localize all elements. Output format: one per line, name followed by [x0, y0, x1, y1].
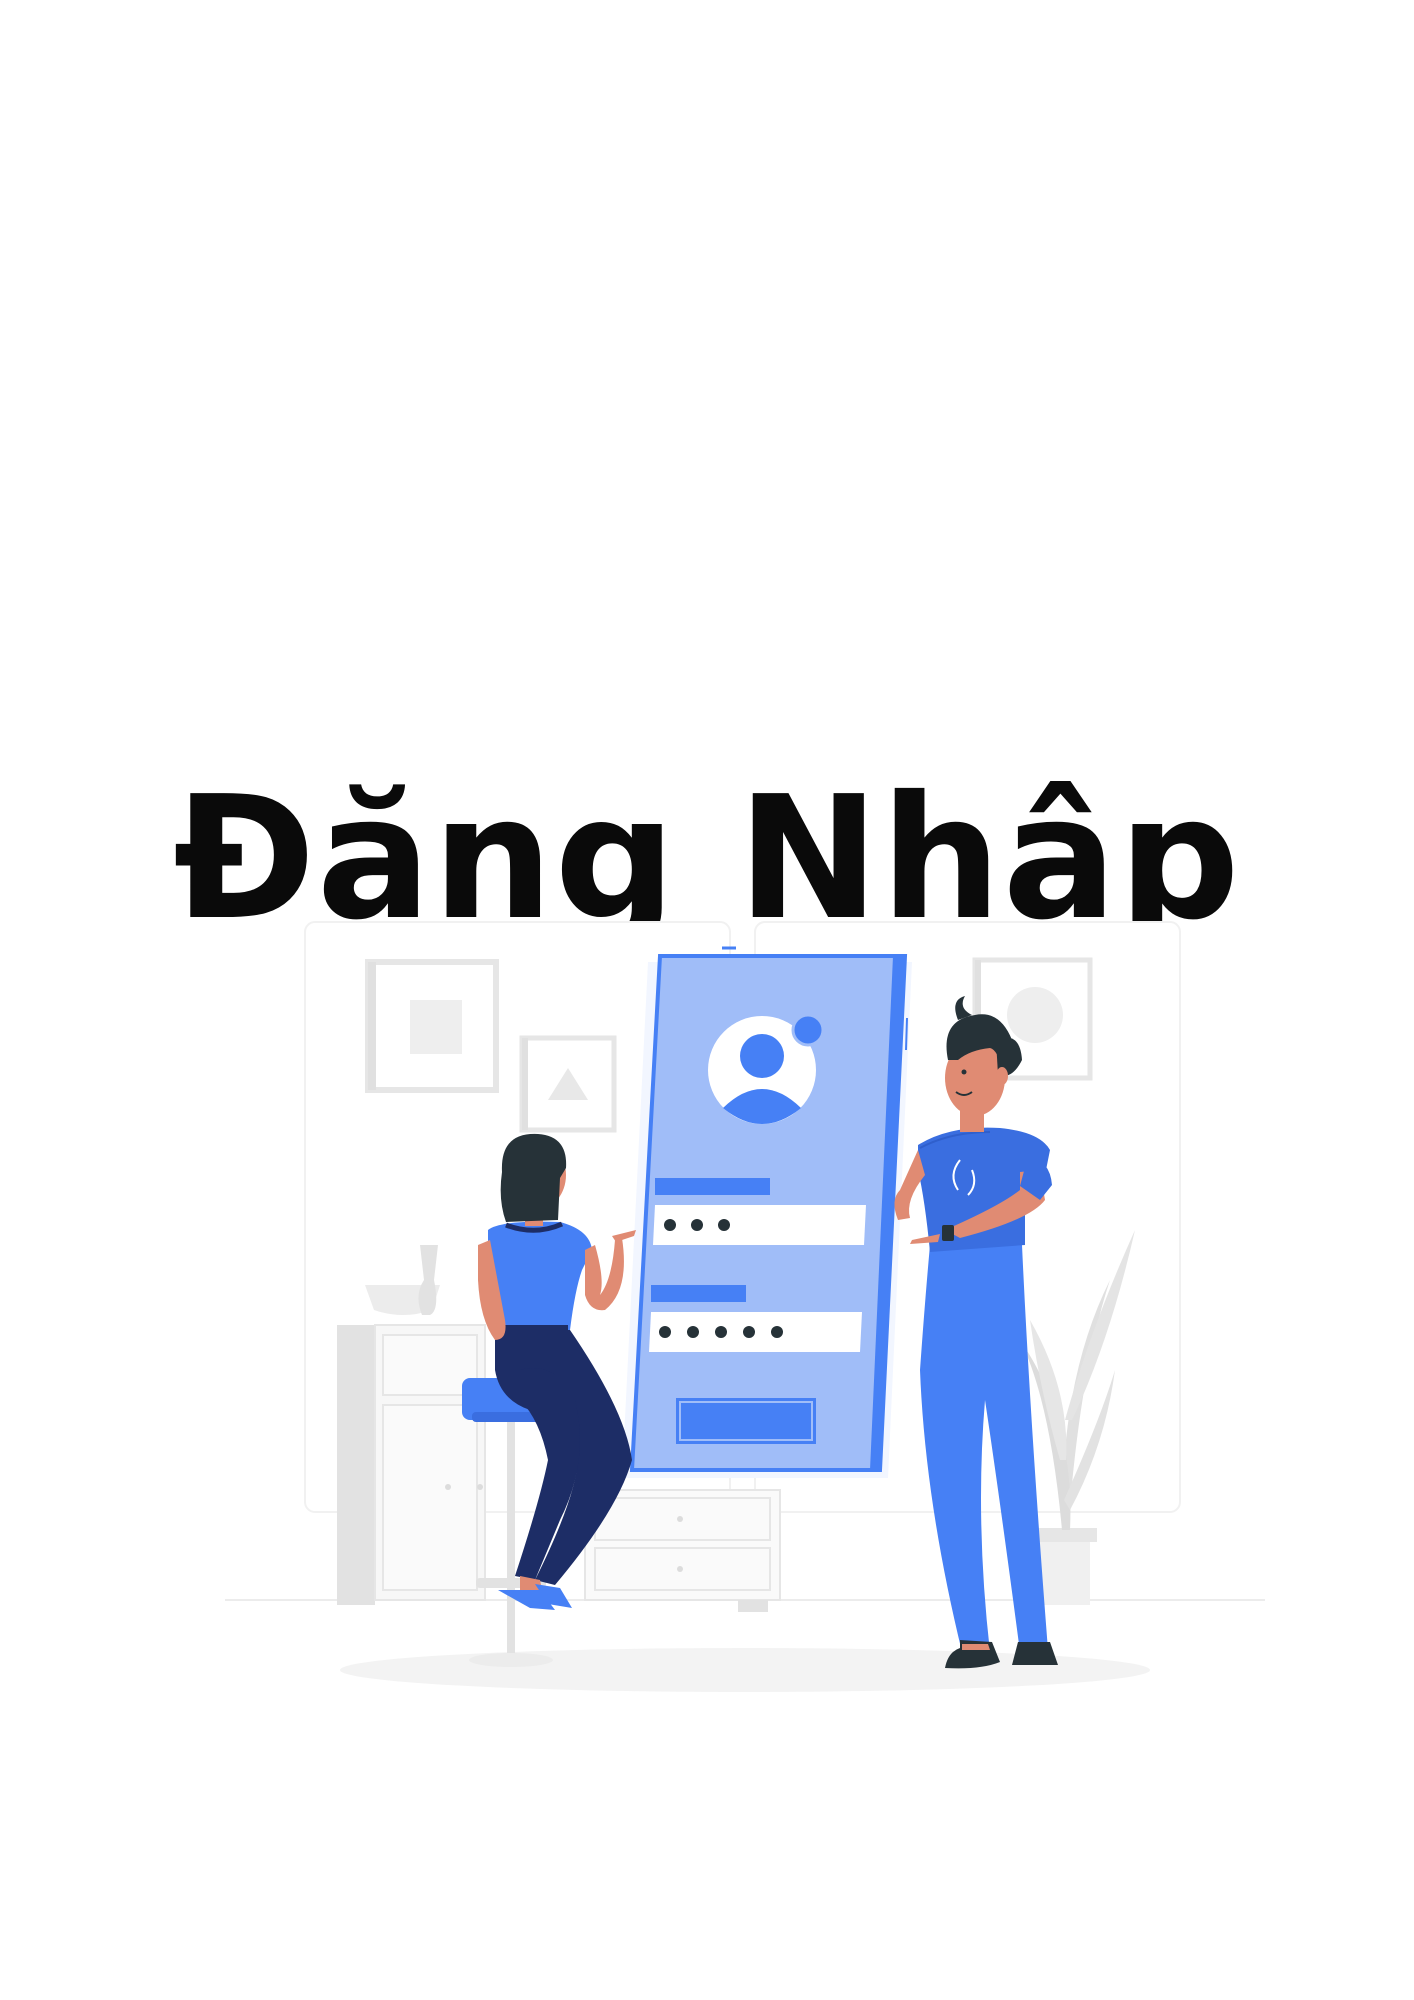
username-dots	[664, 1219, 730, 1231]
wall-frame-triangle-icon	[519, 1035, 617, 1133]
username-label	[655, 1178, 770, 1195]
password-label	[651, 1285, 746, 1302]
login-illustration	[225, 921, 1265, 1692]
drawer	[584, 1489, 781, 1612]
wall-frame-square-icon	[365, 959, 499, 1093]
username-field	[653, 1205, 866, 1245]
phone-login-card	[622, 946, 912, 1478]
password-field	[649, 1312, 862, 1352]
login-button-shape	[676, 1398, 816, 1444]
